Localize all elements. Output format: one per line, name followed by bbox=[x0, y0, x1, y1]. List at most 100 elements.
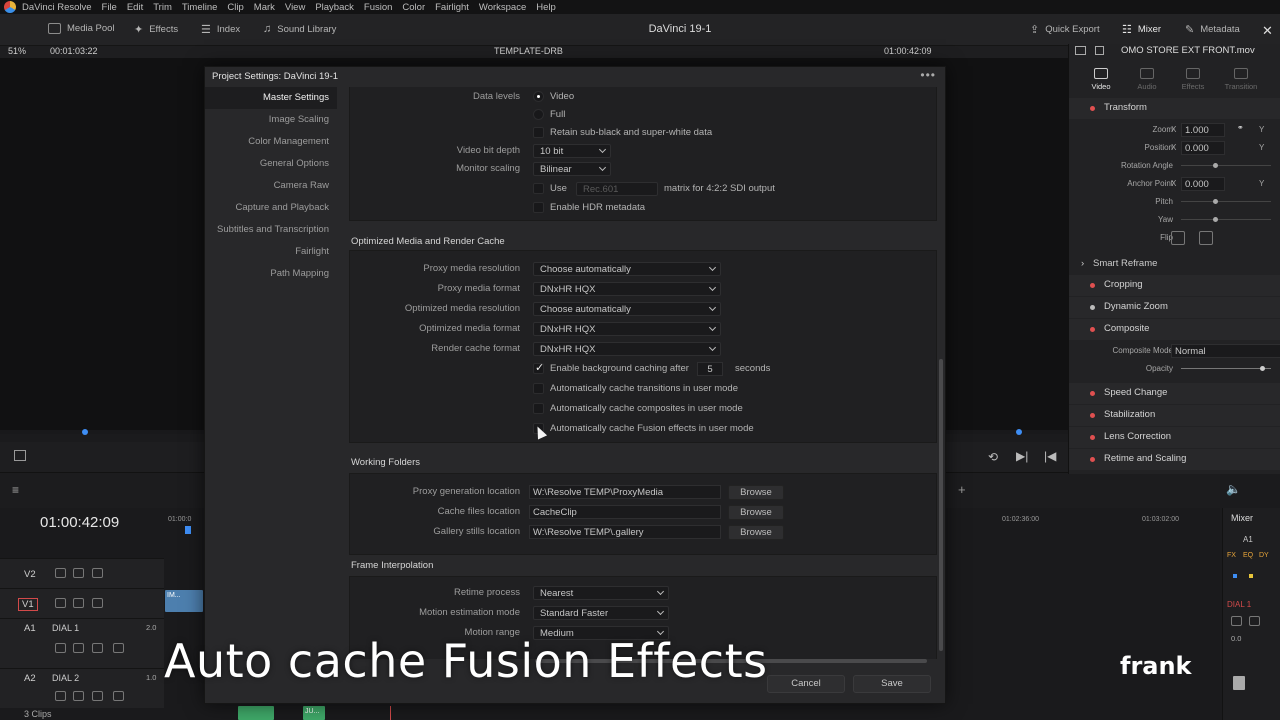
proxy-res-dropdown[interactable]: Choose automatically bbox=[533, 262, 721, 276]
retime-dropdown[interactable]: Nearest bbox=[533, 586, 669, 600]
eq-label[interactable]: EQ bbox=[1243, 552, 1253, 559]
yaw-slider-knob[interactable] bbox=[1213, 217, 1218, 222]
track-header-a2[interactable]: A2 DIAL 2 1.0 bbox=[0, 668, 164, 708]
enabled-dot-icon[interactable] bbox=[1090, 106, 1095, 111]
auto-cache-composites-checkbox[interactable] bbox=[533, 403, 544, 414]
position-x-input[interactable]: 0.000 bbox=[1181, 141, 1225, 155]
menu-timeline[interactable]: Timeline bbox=[182, 2, 218, 13]
bg-cache-checkbox[interactable] bbox=[533, 361, 544, 374]
pan-icon[interactable] bbox=[1249, 574, 1253, 578]
stabilization-section[interactable]: Stabilization bbox=[1069, 405, 1280, 426]
cancel-button[interactable]: Cancel bbox=[767, 675, 845, 693]
opacity-slider-knob[interactable] bbox=[1260, 366, 1265, 371]
settings-content[interactable]: Data levels Video Full Retain sub-black … bbox=[349, 87, 937, 659]
dy-label[interactable]: DY bbox=[1259, 552, 1269, 559]
cache-loc-input[interactable]: CacheClip bbox=[529, 505, 721, 519]
gallery-browse-button[interactable]: Browse bbox=[728, 525, 784, 540]
auto-select-icon[interactable] bbox=[73, 598, 84, 608]
bit-depth-dropdown[interactable]: 10 bit bbox=[533, 144, 611, 158]
track-header-a1[interactable]: A1 DIAL 1 2.0 bbox=[0, 618, 164, 668]
tab-audio[interactable]: Audio bbox=[1127, 68, 1167, 91]
menu-clip[interactable]: Clip bbox=[227, 2, 243, 13]
audio-clip[interactable] bbox=[238, 706, 274, 720]
hdr-metadata-checkbox[interactable] bbox=[533, 202, 544, 213]
menu-fusion[interactable]: Fusion bbox=[364, 2, 393, 13]
tab-video[interactable]: Video bbox=[1081, 68, 1121, 91]
solo-icon[interactable] bbox=[1231, 616, 1242, 626]
split-icon[interactable] bbox=[1095, 46, 1104, 55]
mixer-button[interactable]: ☷ Mixer bbox=[1122, 23, 1161, 36]
opt-res-dropdown[interactable]: Choose automatically bbox=[533, 302, 721, 316]
flip-horizontal-icon[interactable] bbox=[1171, 231, 1185, 245]
nav-color-management[interactable]: Color Management bbox=[248, 136, 329, 147]
menu-edit[interactable]: Edit bbox=[127, 2, 143, 13]
fader-knob[interactable] bbox=[1233, 676, 1245, 690]
proxy-loc-input[interactable]: W:\Resolve TEMP\ProxyMedia bbox=[529, 485, 721, 499]
video-clip[interactable]: IM... bbox=[165, 590, 203, 612]
track-header-v2[interactable]: V2 bbox=[0, 558, 164, 588]
render-fmt-dropdown[interactable]: DNxHR HQX bbox=[533, 342, 721, 356]
lock-icon[interactable] bbox=[55, 598, 66, 608]
add-track-icon[interactable]: + bbox=[958, 482, 966, 497]
anchor-x-input[interactable]: 0.000 bbox=[1181, 177, 1225, 191]
menu-view[interactable]: View bbox=[285, 2, 305, 13]
motion-mode-dropdown[interactable]: Standard Faster bbox=[533, 606, 669, 620]
enabled-dot-icon[interactable] bbox=[1090, 413, 1095, 418]
menu-mark[interactable]: Mark bbox=[254, 2, 275, 13]
auto-cache-transitions-checkbox[interactable] bbox=[533, 383, 544, 394]
opt-fmt-dropdown[interactable]: DNxHR HQX bbox=[533, 322, 721, 336]
playhead-marker[interactable] bbox=[1016, 429, 1022, 435]
speed-change-section[interactable]: Speed Change bbox=[1069, 383, 1280, 404]
menu-workspace[interactable]: Workspace bbox=[479, 2, 526, 13]
fx-label[interactable]: FX bbox=[1227, 552, 1236, 559]
rotation-slider[interactable] bbox=[1181, 165, 1271, 166]
rotation-slider-knob[interactable] bbox=[1213, 163, 1218, 168]
menu-trim[interactable]: Trim bbox=[153, 2, 172, 13]
enabled-dot-icon[interactable] bbox=[1090, 327, 1095, 332]
nav-camera-raw[interactable]: Camera Raw bbox=[274, 180, 329, 191]
crop-tool-icon[interactable] bbox=[14, 450, 26, 461]
nav-capture-playback[interactable]: Capture and Playback bbox=[236, 202, 329, 213]
timeline-options-icon[interactable]: ≡ bbox=[12, 483, 19, 497]
mute-icon[interactable] bbox=[113, 643, 124, 653]
in-marker[interactable] bbox=[82, 429, 88, 435]
enabled-dot-icon[interactable] bbox=[1090, 457, 1095, 462]
zoom-x-input[interactable]: 1.000 bbox=[1181, 123, 1225, 137]
menu-fairlight[interactable]: Fairlight bbox=[435, 2, 469, 13]
more-options-icon[interactable]: ••• bbox=[920, 68, 936, 82]
link-icon[interactable]: ⚭ bbox=[1237, 123, 1244, 132]
enabled-dot-icon[interactable] bbox=[1090, 283, 1095, 288]
solo-icon[interactable] bbox=[92, 691, 103, 701]
data-levels-video-radio[interactable] bbox=[533, 91, 544, 102]
zoom-level[interactable]: 51% bbox=[8, 46, 26, 56]
pitch-slider-knob[interactable] bbox=[1213, 199, 1218, 204]
transform-section[interactable]: Transform bbox=[1069, 98, 1280, 119]
tools-button[interactable]: ✕ bbox=[1262, 23, 1273, 39]
data-levels-full-radio[interactable] bbox=[533, 109, 544, 120]
menu-help[interactable]: Help bbox=[536, 2, 556, 13]
loop-icon[interactable]: ⟲ bbox=[988, 450, 998, 464]
pan-icon[interactable] bbox=[1233, 574, 1237, 578]
next-frame-icon[interactable]: ▶| bbox=[1016, 449, 1028, 463]
auto-select-icon[interactable] bbox=[73, 691, 84, 701]
bg-cache-seconds-input[interactable]: 5 bbox=[697, 362, 723, 376]
vertical-scrollbar[interactable] bbox=[939, 359, 943, 651]
menu-file[interactable]: File bbox=[102, 2, 117, 13]
audio-clip[interactable]: JU... bbox=[303, 706, 325, 720]
enabled-dot-icon[interactable] bbox=[1090, 435, 1095, 440]
dynamic-zoom-section[interactable]: Dynamic Zoom bbox=[1069, 297, 1280, 318]
track-visibility-icon[interactable] bbox=[92, 568, 103, 578]
lens-correction-section[interactable]: Lens Correction bbox=[1069, 427, 1280, 448]
speaker-icon[interactable]: 🔈 bbox=[1226, 482, 1241, 496]
menu-color[interactable]: Color bbox=[402, 2, 425, 13]
nav-image-scaling[interactable]: Image Scaling bbox=[269, 114, 329, 125]
quick-export-button[interactable]: ⇪ Quick Export bbox=[1030, 23, 1100, 36]
lock-icon[interactable] bbox=[55, 691, 66, 701]
composite-section[interactable]: Composite bbox=[1069, 319, 1280, 340]
save-button[interactable]: Save bbox=[853, 675, 931, 693]
track-visibility-icon[interactable] bbox=[92, 598, 103, 608]
opacity-slider[interactable] bbox=[1181, 368, 1271, 369]
auto-select-icon[interactable] bbox=[73, 568, 84, 578]
retime-scaling-section[interactable]: Retime and Scaling bbox=[1069, 449, 1280, 470]
menu-playback[interactable]: Playback bbox=[315, 2, 354, 13]
